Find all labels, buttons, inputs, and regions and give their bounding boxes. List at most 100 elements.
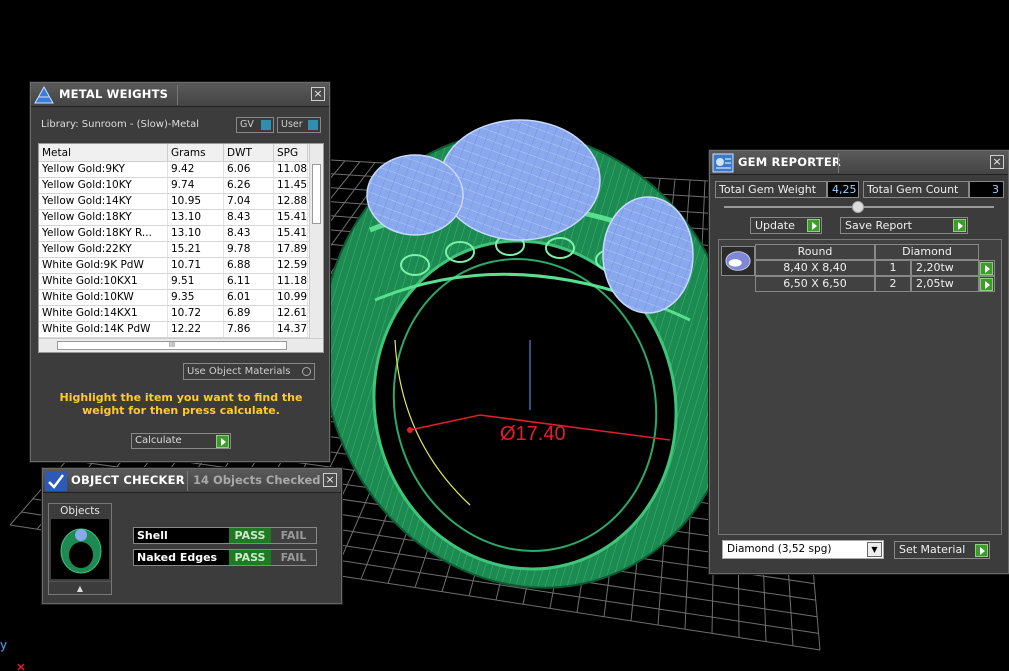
cell-metal: Yellow Gold:22KY [39, 242, 168, 257]
gem-shape-header: Round [755, 244, 875, 260]
cell-spg: 12.88 [274, 194, 308, 209]
cell-spg: 12.61 [274, 306, 308, 321]
radio-icon[interactable] [302, 367, 311, 376]
play-arrow-icon [953, 219, 966, 232]
use-object-materials-option[interactable]: Use Object Materials [183, 363, 315, 380]
horizontal-scrollbar[interactable]: III [39, 338, 323, 352]
close-icon[interactable]: × [990, 155, 1004, 169]
gem-select-button[interactable] [979, 260, 995, 276]
column-header-dwt[interactable]: DWT [224, 144, 274, 161]
play-arrow-icon [975, 544, 988, 557]
table-row[interactable]: Yellow Gold:9KY 9.42 6.06 11.08 [39, 162, 323, 178]
cell-metal: White Gold:10KW [39, 290, 168, 305]
objects-preview[interactable]: Objects ▲ [48, 503, 112, 595]
scroll-thumb[interactable]: III [57, 341, 287, 350]
object-checker-panel: OBJECT CHECKER 14 Objects Checked × Obje… [42, 468, 342, 604]
gem-reporter-panel: GEM REPORTER × Total Gem Weight 4,25 Tot… [709, 150, 1009, 574]
column-header-metal[interactable]: Metal [39, 144, 168, 161]
table-row[interactable]: Yellow Gold:14KY 10.95 7.04 12.88 [39, 194, 323, 210]
metal-table-body: Yellow Gold:9KY 9.42 6.06 11.08 Yellow Gold:… [39, 162, 323, 338]
fail-indicator: FAIL [271, 528, 316, 543]
side-gem-right [602, 196, 694, 314]
object-checker-title: OBJECT CHECKER [71, 473, 185, 487]
cell-spg: 12.59 [274, 258, 308, 273]
objects-checked-count: 14 Objects Checked [193, 473, 321, 487]
close-icon[interactable]: × [311, 87, 325, 101]
title-divider [187, 471, 188, 491]
gv-toggle-label: GV [240, 119, 254, 130]
vertical-scrollbar[interactable] [309, 144, 323, 340]
cell-spg: 10.99 [274, 290, 308, 305]
scroll-thumb[interactable] [312, 164, 321, 224]
diameter-label: Ø17.40 [500, 423, 566, 445]
column-header-spg[interactable]: SPG [274, 144, 308, 161]
cell-spg: 11.18 [274, 274, 308, 289]
cell-grams: 15.21 [168, 242, 224, 257]
gem-material-header: Diamond [875, 244, 979, 260]
gem-count-cell: 1 [875, 260, 911, 276]
center-gem [439, 119, 601, 241]
metal-weights-title: METAL WEIGHTS [59, 87, 169, 101]
column-header-grams[interactable]: Grams [168, 144, 224, 161]
checkmark-icon [45, 471, 67, 491]
cell-dwt: 6.26 [224, 178, 274, 193]
calculate-button[interactable]: Calculate [131, 433, 231, 449]
gem-list[interactable]: Round Diamond 8,40 X 8,40 1 2,20tw 6,50 X 6… [718, 239, 1002, 535]
material-dropdown[interactable]: Diamond (3,52 spg) ▼ [722, 540, 884, 559]
table-row[interactable]: Yellow Gold:10KY 9.74 6.26 11.45 [39, 178, 323, 194]
table-row[interactable]: White Gold:10KW 9.35 6.01 10.99 [39, 290, 323, 306]
table-row[interactable]: Yellow Gold:22KY 15.21 9.78 17.89 [39, 242, 323, 258]
object-checker-titlebar[interactable]: OBJECT CHECKER 14 Objects Checked × [43, 469, 341, 493]
total-gem-count-label: Total Gem Count [863, 181, 969, 198]
update-button[interactable]: Update [750, 217, 822, 234]
table-row[interactable]: White Gold:10KX1 9.51 6.11 11.18 [39, 274, 323, 290]
cell-metal: White Gold:10KX1 [39, 274, 168, 289]
table-row[interactable]: White Gold:14K PdW 12.22 7.86 14.37 [39, 322, 323, 338]
pass-indicator: PASS [229, 528, 271, 543]
cell-dwt: 6.11 [224, 274, 274, 289]
flask-icon [34, 85, 54, 104]
metal-table[interactable]: Metal Grams DWT SPG Yellow Gold:9KY 9.42 6… [38, 143, 324, 353]
title-divider [838, 153, 839, 173]
use-object-materials-label: Use Object Materials [187, 366, 291, 377]
gv-toggle[interactable]: GV [236, 117, 274, 133]
set-material-button[interactable]: Set Material [894, 541, 990, 559]
axis-label-y: y [0, 638, 8, 652]
cell-metal: Yellow Gold:14KY [39, 194, 168, 209]
fail-indicator: FAIL [271, 550, 316, 565]
slider-handle[interactable] [852, 201, 864, 213]
table-row[interactable]: White Gold:9K PdW 10.71 6.88 12.59 [39, 258, 323, 274]
metal-weights-titlebar[interactable]: METAL WEIGHTS × [31, 83, 329, 107]
naked-edges-check: Naked Edges PASS FAIL [133, 549, 317, 566]
cell-dwt: 8.43 [224, 226, 274, 241]
cell-spg: 15.41 [274, 210, 308, 225]
cell-metal: Yellow Gold:18KY R... [39, 226, 168, 241]
cell-grams: 10.71 [168, 258, 224, 273]
cell-dwt: 8.43 [224, 210, 274, 225]
gem-reporter-titlebar[interactable]: GEM REPORTER × [710, 151, 1008, 175]
save-report-button[interactable]: Save Report [840, 217, 968, 234]
gem-reporter-title: GEM REPORTER [738, 155, 841, 169]
scroll-up-icon[interactable]: ▲ [49, 581, 111, 594]
check-label: Naked Edges [137, 551, 218, 564]
gem-count-cell-text: 1 [889, 261, 897, 274]
cell-grams: 13.10 [168, 226, 224, 241]
set-material-label: Set Material [899, 543, 966, 556]
ring-thumbnail[interactable] [51, 519, 109, 579]
close-icon[interactable]: × [323, 473, 337, 487]
table-row[interactable]: White Gold:14KX1 10.72 6.89 12.61 [39, 306, 323, 322]
total-gem-weight-value: 4,25 [827, 181, 859, 198]
gem-select-button[interactable] [979, 276, 995, 292]
cell-metal: White Gold:9K PdW [39, 258, 168, 273]
user-toggle[interactable]: User [277, 117, 321, 133]
play-arrow-icon [807, 219, 820, 232]
cell-spg: 17.89 [274, 242, 308, 257]
check-label: Shell [137, 529, 168, 542]
cell-metal: Yellow Gold:18KY [39, 210, 168, 225]
gem-weight-cell: 2,20tw [911, 260, 979, 276]
cell-grams: 9.51 [168, 274, 224, 289]
chevron-down-icon[interactable]: ▼ [867, 542, 882, 557]
table-row[interactable]: Yellow Gold:18KY 13.10 8.43 15.41 [39, 210, 323, 226]
table-row[interactable]: Yellow Gold:18KY R... 13.10 8.43 15.41 [39, 226, 323, 242]
side-gem-left [366, 154, 464, 236]
